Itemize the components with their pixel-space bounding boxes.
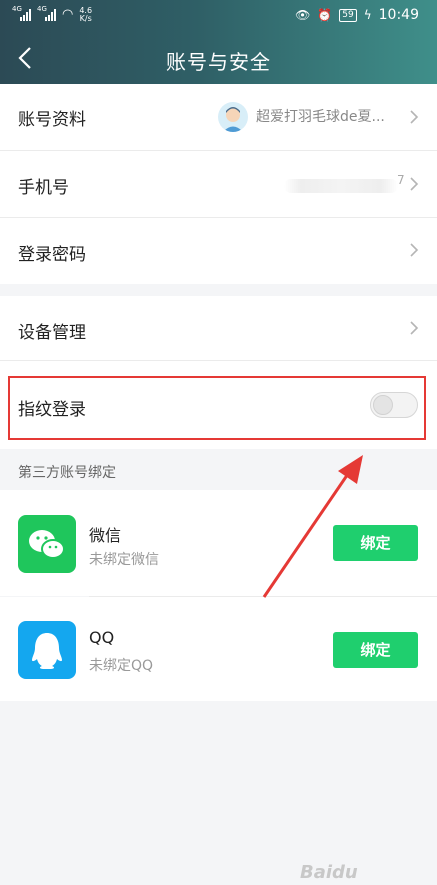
- profile-label: 账号资料: [18, 110, 86, 130]
- bind-wechat-button[interactable]: 绑定: [333, 525, 418, 561]
- phone-label: 手机号: [18, 178, 69, 198]
- network-speed: 4.6 K/s: [79, 7, 92, 23]
- battery-icon: 59: [339, 8, 357, 22]
- profile-name: 超爱打羽毛球de夏...: [256, 109, 385, 125]
- fingerprint-toggle[interactable]: [370, 392, 418, 418]
- clock: 10:49: [378, 7, 419, 23]
- page-title: 账号与安全: [166, 50, 271, 74]
- password-label: 登录密码: [18, 245, 86, 265]
- signal-icon: 4G: [12, 5, 31, 21]
- header: 4G 4G ◠ 4.6 K/s 👁 ⏰ 59 ϟ 10:49 账号与安全: [0, 0, 437, 84]
- wifi-icon: ◠: [62, 7, 74, 22]
- status-bar: 4G 4G ◠ 4.6 K/s 👁 ⏰ 59 ϟ 10:49: [0, 0, 437, 30]
- qq-logo: [32, 633, 62, 669]
- qq-icon: [18, 621, 76, 679]
- wechat-status: 未绑定微信: [89, 552, 159, 568]
- qq-status: 未绑定QQ: [89, 658, 154, 674]
- qq-row: QQ 未绑定QQ 绑定: [0, 597, 437, 701]
- chevron-right-icon: [410, 177, 419, 191]
- phone-number-blurred: [284, 179, 398, 193]
- chevron-right-icon: [410, 321, 419, 335]
- wechat-row: 微信 未绑定微信 绑定: [0, 490, 437, 596]
- toggle-knob: [373, 395, 393, 415]
- battery-level: 59: [342, 10, 354, 20]
- fingerprint-row: 指纹登录: [0, 361, 437, 449]
- wechat-name: 微信: [89, 526, 122, 545]
- wechat-icon: [18, 515, 76, 573]
- eye-icon: 👁: [295, 8, 311, 22]
- speed-unit: K/s: [79, 14, 92, 23]
- signal-type-1: 4G: [12, 5, 22, 13]
- qq-name: QQ: [89, 628, 115, 647]
- charging-icon: ϟ: [363, 8, 372, 22]
- signal-icon-2: 4G: [37, 5, 56, 21]
- device-label: 设备管理: [18, 323, 86, 343]
- avatar: [218, 102, 248, 132]
- baidu-watermark: Baidu: [300, 862, 358, 883]
- device-row[interactable]: 设备管理: [0, 296, 437, 360]
- chevron-right-icon: [410, 243, 419, 257]
- chevron-right-icon: [410, 110, 419, 124]
- avatar-image: [223, 107, 243, 132]
- fingerprint-label: 指纹登录: [18, 400, 86, 420]
- phone-row[interactable]: 手机号 7: [0, 151, 437, 217]
- bind-qq-button[interactable]: 绑定: [333, 632, 418, 668]
- alarm-icon: ⏰: [317, 8, 333, 22]
- status-left: 4G 4G ◠ 4.6 K/s: [12, 5, 92, 23]
- third-party-section-title: 第三方账号绑定: [18, 465, 116, 481]
- wechat-logo: [29, 530, 65, 559]
- phone-suffix: 7: [397, 173, 405, 187]
- profile-row[interactable]: 账号资料 超爱打羽毛球de夏...: [0, 84, 437, 150]
- password-row[interactable]: 登录密码: [0, 218, 437, 284]
- signal-type-2: 4G: [37, 5, 47, 13]
- status-right: 👁 ⏰ 59 ϟ 10:49: [295, 7, 419, 23]
